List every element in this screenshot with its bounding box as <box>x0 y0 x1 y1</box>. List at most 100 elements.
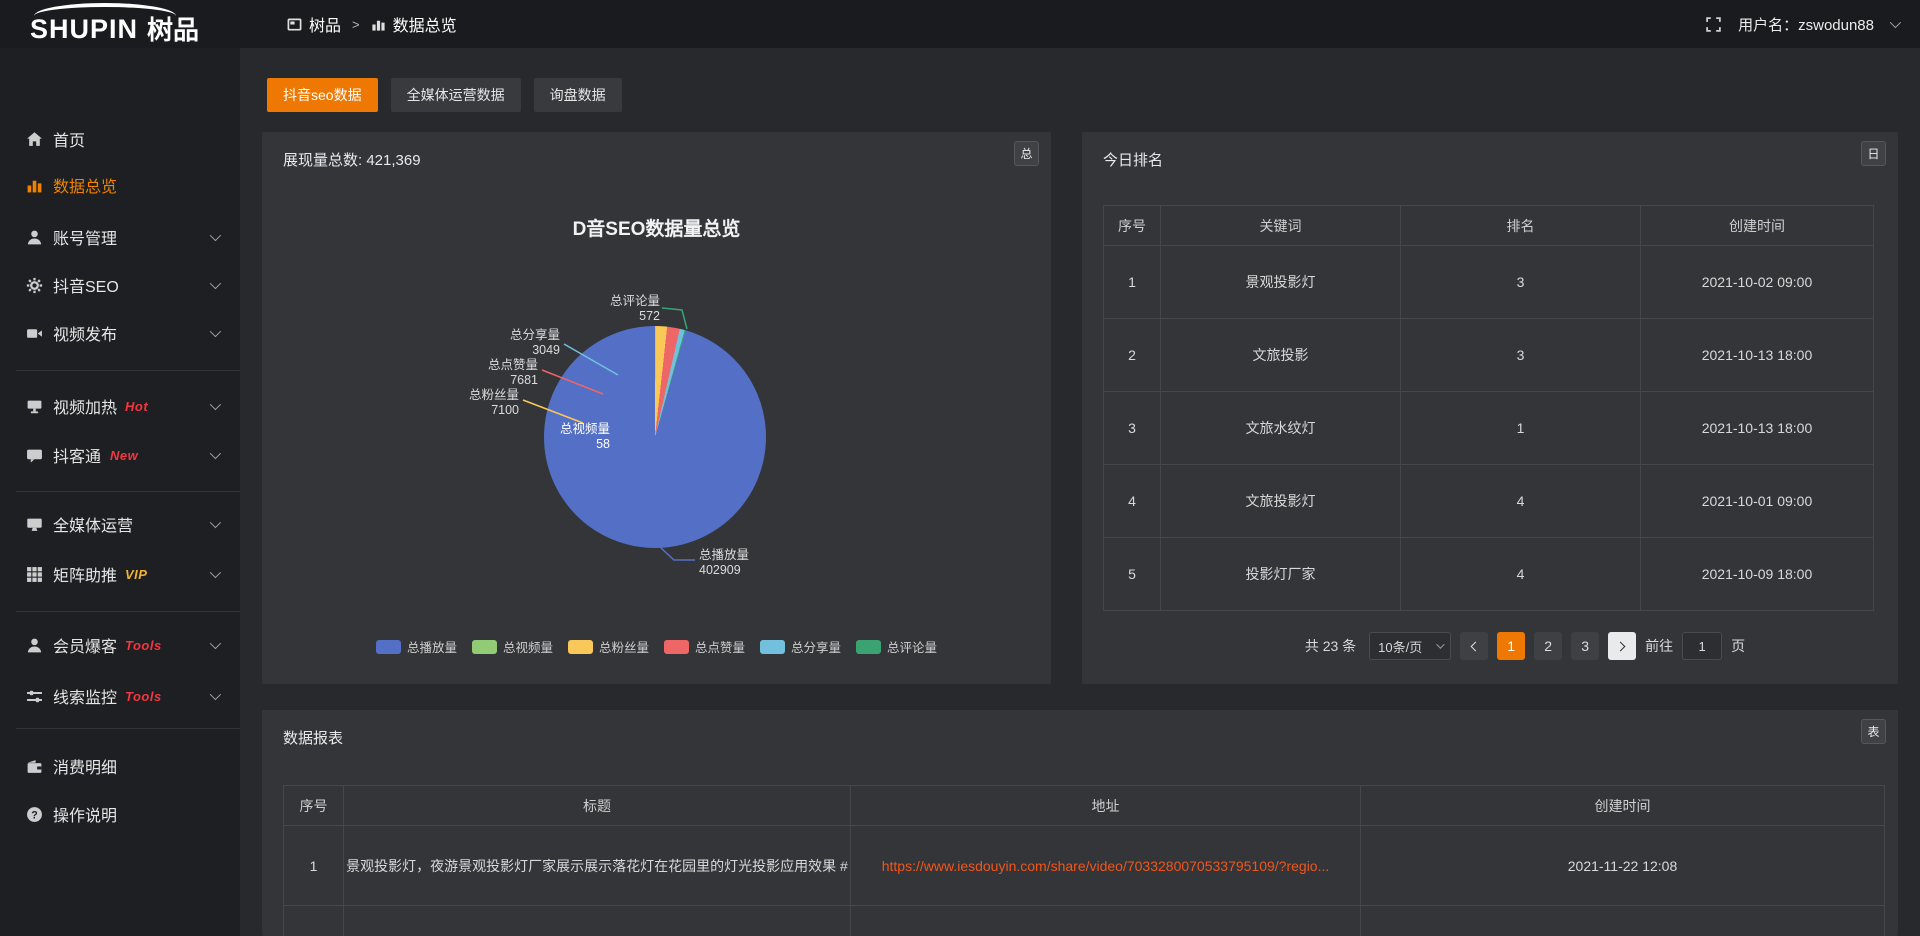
legend-item-comments[interactable]: 总评论量 <box>856 637 937 656</box>
page-size-select[interactable]: 10条/页 <box>1369 632 1451 660</box>
arrow-left-icon <box>1471 641 1481 651</box>
tab-douyin-seo-data[interactable]: 抖音seo数据 <box>267 78 378 112</box>
total-count-label: 共 23 条 <box>1305 636 1356 656</box>
breadcrumb-item-home[interactable]: 树品 <box>309 12 341 36</box>
ranking-table: 序号 关键词 排名 创建时间 1 景观投影灯 3 2021-10-02 09:0… <box>1103 205 1874 611</box>
sidebar-item-omnimedia[interactable]: 全媒体运营 <box>0 500 240 548</box>
legend-swatch <box>760 640 785 654</box>
legend-swatch <box>376 640 401 654</box>
video-camera-icon <box>26 325 43 342</box>
legend-swatch <box>568 640 593 654</box>
chart-title: D音SEO数据量总览 <box>262 214 1051 241</box>
sidebar-item-instructions[interactable]: ? 操作说明 <box>0 790 240 838</box>
tools-badge: Tools <box>125 689 162 704</box>
sidebar-item-video-publish[interactable]: 视频发布 <box>0 309 240 357</box>
monitor-icon <box>26 398 43 415</box>
pie-label-fans: 总粉丝量 7100 <box>435 388 519 418</box>
tab-inquiry-data[interactable]: 询盘数据 <box>534 78 622 112</box>
fullscreen-icon[interactable] <box>1705 16 1722 33</box>
sidebar-item-label: 抖客通 <box>53 443 101 467</box>
page-button-2[interactable]: 2 <box>1534 632 1562 660</box>
sidebar-item-lead-monitor[interactable]: 线索监控 Tools <box>0 672 240 720</box>
table-row[interactable]: 4 文旅投影灯 4 2021-10-01 09:00 <box>1104 465 1874 538</box>
sidebar-item-label: 账号管理 <box>53 225 117 249</box>
chevron-down-icon <box>210 230 221 241</box>
sidebar-item-data-overview[interactable]: 数据总览 <box>0 161 240 209</box>
legend-item-fans[interactable]: 总粉丝量 <box>568 637 649 656</box>
sidebar-item-label: 线索监控 <box>53 684 117 708</box>
table-row[interactable]: 5 投影灯厂家 4 2021-10-09 18:00 <box>1104 538 1874 611</box>
help-circle-icon: ? <box>26 806 43 823</box>
legend-swatch <box>472 640 497 654</box>
pie-label-shares: 总分享量 3049 <box>476 328 560 358</box>
chart-legend: 总播放量 总视频量 总粉丝量 总点赞量 总分享量 总评论量 <box>262 637 1051 656</box>
sidebar-item-doketong[interactable]: 抖客通 New <box>0 431 240 479</box>
chevron-down-icon <box>210 448 221 459</box>
legend-swatch <box>856 640 881 654</box>
sidebar-item-member-baoke[interactable]: 会员爆客 Tools <box>0 621 240 669</box>
panel-title: 今日排名 <box>1103 149 1163 170</box>
breadcrumb: 树品 > 数据总览 <box>287 0 457 48</box>
person-icon <box>26 637 43 654</box>
pie-label-videos: 总视频量 58 <box>526 422 610 452</box>
sidebar-item-video-heat[interactable]: 视频加热 Hot <box>0 382 240 430</box>
sidebar-divider <box>16 611 240 612</box>
hot-badge: Hot <box>125 399 148 414</box>
next-page-button[interactable] <box>1608 632 1636 660</box>
pie-label-comments: 总评论量 572 <box>576 294 660 324</box>
page-button-1[interactable]: 1 <box>1497 632 1525 660</box>
chart-panel: 展现量总数: 421,369 总 D音SEO数据量总览 总评论量 572 总分享… <box>262 132 1051 684</box>
sidebar-item-matrix-boost[interactable]: 矩阵助推 VIP <box>0 550 240 598</box>
sidebar-item-home[interactable]: 首页 <box>0 115 240 163</box>
sidebar-item-account[interactable]: 账号管理 <box>0 213 240 261</box>
sidebar-item-consumption-detail[interactable]: 消费明细 <box>0 742 240 790</box>
video-link[interactable]: https://www.iesdouyin.com/share/video/70… <box>882 858 1330 874</box>
chart-bar-icon <box>371 17 386 32</box>
table-row[interactable]: 2 文旅投影 3 2021-10-13 18:00 <box>1104 319 1874 392</box>
sidebar-item-douyin-seo[interactable]: 抖音SEO <box>0 261 240 309</box>
sidebar-item-label: 数据总览 <box>53 173 117 197</box>
goto-label: 前往 <box>1645 636 1673 656</box>
chevron-down-icon[interactable] <box>1890 17 1901 28</box>
username-label[interactable]: 用户名：zswodun88 <box>1738 14 1874 35</box>
goto-page-input[interactable] <box>1682 632 1722 660</box>
table-header-row: 序号 标题 地址 创建时间 <box>284 786 1885 826</box>
data-report-panel: 数据报表 表 序号 标题 地址 创建时间 1 景观投影灯，夜游景观投影灯厂家展示… <box>262 710 1898 936</box>
sidebar-item-label: 全媒体运营 <box>53 512 133 536</box>
panel-title: 数据报表 <box>283 727 343 748</box>
topbar: SHUPIN 树品 树品 > 数据总览 用户名：zswodun88 <box>0 0 1920 48</box>
chat-bubble-icon <box>26 447 43 464</box>
sidebar-item-label: 会员爆客 <box>53 633 117 657</box>
screen-icon <box>26 516 43 533</box>
topbar-right: 用户名：zswodun88 <box>1705 0 1898 48</box>
tools-badge: Tools <box>125 638 162 653</box>
goto-unit-label: 页 <box>1731 636 1745 656</box>
table-view-button[interactable]: 表 <box>1861 719 1886 744</box>
legend-item-likes[interactable]: 总点赞量 <box>664 637 745 656</box>
legend-item-shares[interactable]: 总分享量 <box>760 637 841 656</box>
sidebar-item-label: 视频加热 <box>53 394 117 418</box>
chevron-down-icon <box>210 517 221 528</box>
wallet-icon <box>26 758 43 775</box>
tab-omnimedia-data[interactable]: 全媒体运营数据 <box>391 78 521 112</box>
table-row[interactable]: 1 景观投影灯 3 2021-10-02 09:00 <box>1104 246 1874 319</box>
legend-swatch <box>664 640 689 654</box>
table-header-row: 序号 关键词 排名 创建时间 <box>1104 206 1874 246</box>
chevron-down-icon <box>210 278 221 289</box>
table-row[interactable]: 3 文旅水纹灯 1 2021-10-13 18:00 <box>1104 392 1874 465</box>
legend-item-plays[interactable]: 总播放量 <box>376 637 457 656</box>
chart-bar-icon <box>26 177 43 194</box>
prev-page-button[interactable] <box>1460 632 1488 660</box>
page-button-3[interactable]: 3 <box>1571 632 1599 660</box>
daily-view-button[interactable]: 日 <box>1861 141 1886 166</box>
table-row-partial <box>284 906 1885 936</box>
chevron-down-icon <box>210 326 221 337</box>
table-row[interactable]: 1 景观投影灯，夜游景观投影灯厂家展示展示落花灯在花园里的灯光投影应用效果 # … <box>284 826 1885 906</box>
chevron-down-icon <box>210 567 221 578</box>
legend-item-videos[interactable]: 总视频量 <box>472 637 553 656</box>
sidebar-divider <box>16 491 240 492</box>
app-root: SHUPIN 树品 树品 > 数据总览 用户名：zswodun88 首页 数据总… <box>0 0 1920 936</box>
user-icon <box>26 229 43 246</box>
sidebar-item-label: 消费明细 <box>53 754 117 778</box>
gear-icon <box>26 277 43 294</box>
